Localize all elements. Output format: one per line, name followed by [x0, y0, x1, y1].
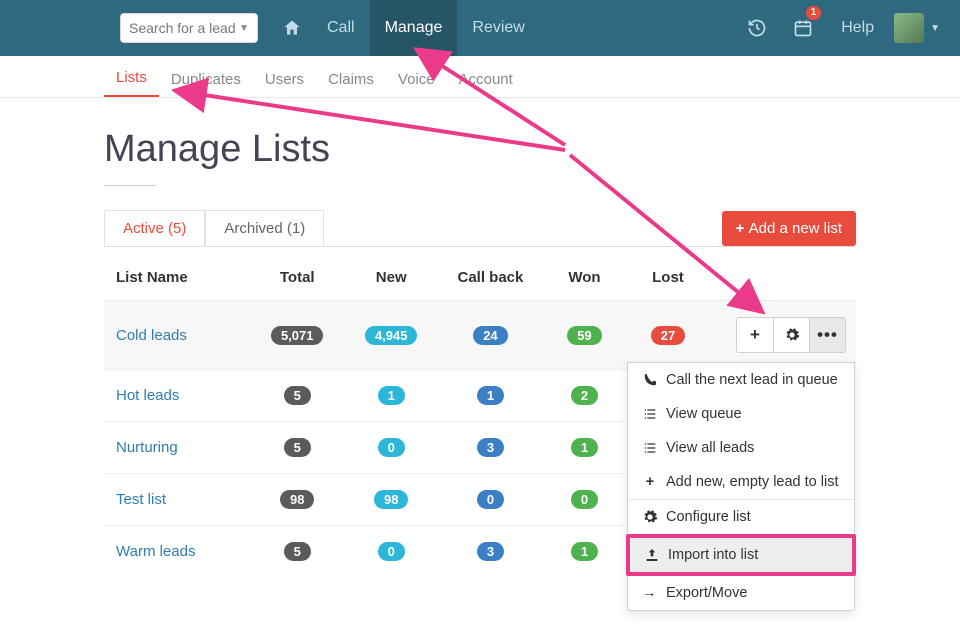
annotation-import-highlight: Import into list — [626, 534, 856, 576]
won-pill: 1 — [571, 438, 598, 457]
subnav-claims[interactable]: Claims — [316, 61, 386, 97]
callback-pill: 1 — [477, 386, 504, 405]
page-title: Manage Lists — [104, 128, 856, 171]
menu-call-next-label: Call the next lead in queue — [666, 372, 838, 388]
top-nav: Search for a lead ▼ Call Manage Review 1… — [0, 0, 960, 56]
new-pill: 4,945 — [365, 326, 418, 345]
gear-icon — [784, 327, 800, 343]
add-list-button[interactable]: + Add a new list — [722, 211, 856, 246]
plus-icon: + — [736, 220, 749, 237]
list-link[interactable]: Hot leads — [116, 387, 179, 404]
list-icon — [642, 440, 658, 456]
menu-import-label: Import into list — [668, 547, 758, 563]
more-button[interactable]: ••• — [809, 318, 845, 352]
search-placeholder: Search for a lead — [129, 20, 236, 36]
new-pill: 98 — [374, 490, 408, 509]
subnav-lists[interactable]: Lists — [104, 59, 159, 97]
callback-pill: 3 — [477, 438, 504, 457]
subnav-voice[interactable]: Voice — [386, 61, 447, 97]
total-pill: 5 — [284, 438, 311, 457]
col-actions — [710, 247, 856, 301]
menu-import[interactable]: Import into list — [630, 538, 852, 572]
nav-call[interactable]: Call — [312, 0, 370, 56]
list-ol-icon — [642, 406, 658, 422]
account-caret-icon[interactable]: ▼ — [930, 23, 940, 34]
col-total: Total — [250, 247, 344, 301]
total-pill: 5 — [284, 386, 311, 405]
nav-review[interactable]: Review — [457, 0, 539, 56]
search-input[interactable]: Search for a lead ▼ — [120, 13, 258, 43]
table-row: Cold leads 5,071 4,945 24 59 27 + ••• — [104, 301, 856, 370]
tab-archived[interactable]: Archived (1) — [205, 210, 324, 246]
col-won: Won — [543, 247, 627, 301]
lost-pill: 27 — [651, 326, 685, 345]
nav-help[interactable]: Help — [823, 0, 884, 56]
arrow-right-icon: → — [642, 585, 658, 601]
menu-configure[interactable]: Configure list — [628, 500, 854, 534]
menu-export-label: Export/Move — [666, 585, 747, 601]
gear-icon — [642, 509, 658, 525]
phone-icon — [642, 372, 658, 388]
plus-icon: + — [642, 474, 658, 490]
total-pill: 98 — [280, 490, 314, 509]
menu-configure-label: Configure list — [666, 509, 751, 525]
add-list-label: Add a new list — [749, 220, 842, 237]
home-icon[interactable] — [272, 0, 312, 56]
tab-active[interactable]: Active (5) — [104, 210, 205, 246]
add-button[interactable]: + — [737, 318, 773, 352]
subnav: Lists Duplicates Users Claims Voice Acco… — [0, 56, 960, 98]
settings-button[interactable] — [773, 318, 809, 352]
col-lost: Lost — [626, 247, 710, 301]
list-link[interactable]: Cold leads — [116, 327, 187, 344]
menu-add-lead[interactable]: + Add new, empty lead to list — [628, 465, 854, 499]
total-pill: 5 — [284, 542, 311, 561]
callback-pill: 24 — [473, 326, 507, 345]
list-tabs: Active (5) Archived (1) + Add a new list — [104, 210, 856, 246]
avatar[interactable] — [894, 13, 924, 43]
chevron-down-icon: ▼ — [239, 23, 249, 34]
won-pill: 59 — [567, 326, 601, 345]
table-header: List Name Total New Call back Won Lost — [104, 247, 856, 301]
callback-pill: 3 — [477, 542, 504, 561]
won-pill: 2 — [571, 386, 598, 405]
new-pill: 0 — [378, 542, 405, 561]
col-callback: Call back — [438, 247, 542, 301]
subnav-users[interactable]: Users — [253, 61, 316, 97]
menu-view-queue-label: View queue — [666, 406, 742, 422]
menu-add-lead-label: Add new, empty lead to list — [666, 474, 839, 490]
new-pill: 0 — [378, 438, 405, 457]
menu-view-all-label: View all leads — [666, 440, 754, 456]
subnav-account[interactable]: Account — [447, 61, 525, 97]
total-pill: 5,071 — [271, 326, 324, 345]
menu-export[interactable]: → Export/Move — [628, 576, 854, 610]
won-pill: 0 — [571, 490, 598, 509]
list-link[interactable]: Test list — [116, 491, 166, 508]
menu-call-next[interactable]: Call the next lead in queue — [628, 363, 854, 397]
upload-icon — [644, 547, 660, 563]
col-new: New — [344, 247, 438, 301]
won-pill: 1 — [571, 542, 598, 561]
callback-pill: 0 — [477, 490, 504, 509]
row-dropdown: Call the next lead in queue View queue V… — [627, 362, 855, 611]
calendar-icon[interactable]: 1 — [783, 0, 823, 56]
nav-manage[interactable]: Manage — [370, 0, 458, 56]
history-icon[interactable] — [737, 0, 777, 56]
col-name: List Name — [104, 247, 250, 301]
list-link[interactable]: Warm leads — [116, 543, 195, 560]
subnav-duplicates[interactable]: Duplicates — [159, 61, 253, 97]
new-pill: 1 — [378, 386, 405, 405]
row-actions: + ••• — [736, 317, 846, 353]
menu-view-all[interactable]: View all leads — [628, 431, 854, 465]
calendar-badge: 1 — [806, 6, 822, 20]
menu-view-queue[interactable]: View queue — [628, 397, 854, 431]
title-underline — [104, 185, 156, 186]
list-link[interactable]: Nurturing — [116, 439, 178, 456]
